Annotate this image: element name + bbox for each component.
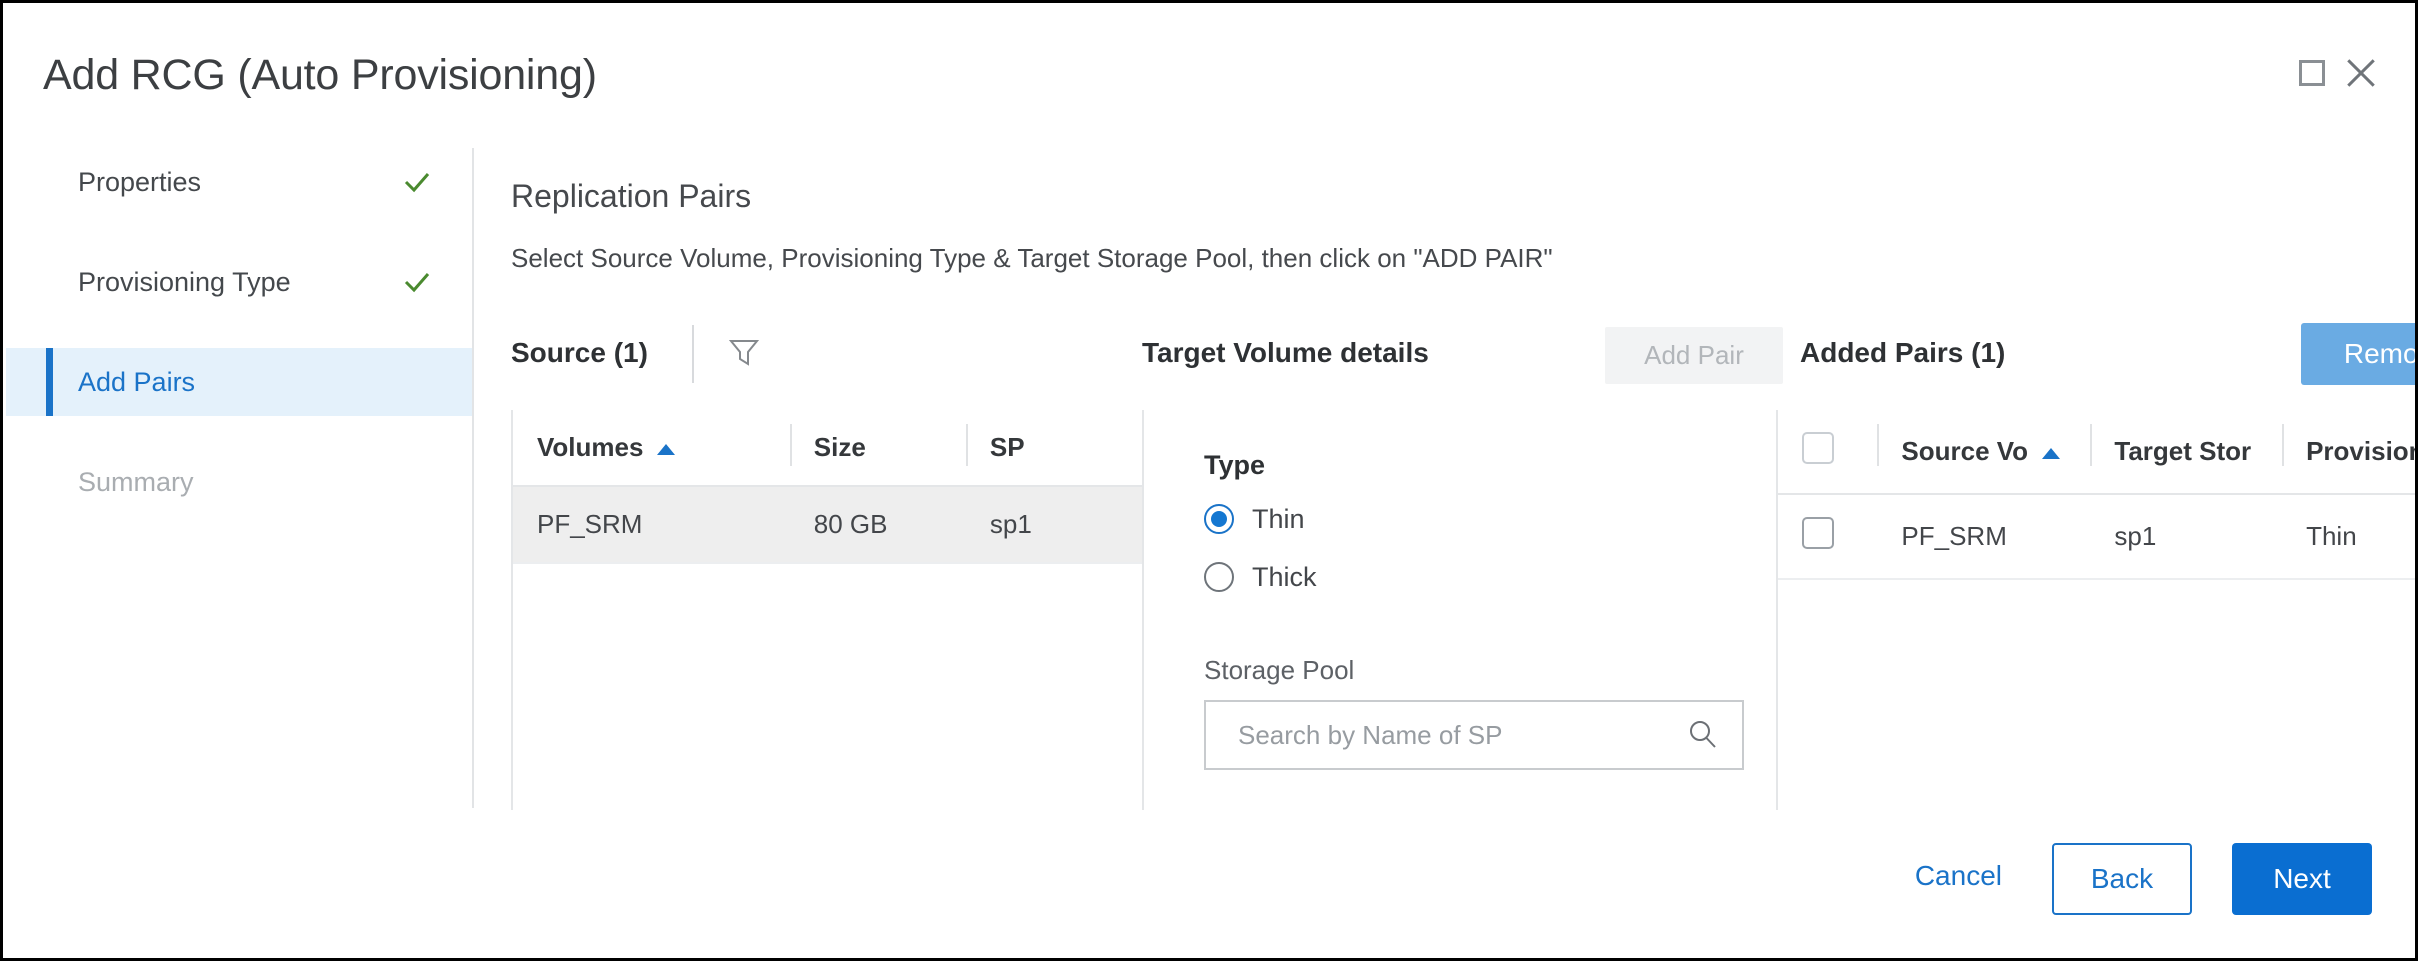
search-icon[interactable] [1686,718,1720,752]
cell-row-checkbox[interactable] [1778,494,1878,580]
column-label: Source Vo [1901,436,2029,466]
page-subtitle: Select Source Volume, Provisioning Type … [511,243,1553,273]
main-content: Replication Pairs Select Source Volume, … [474,148,2415,955]
storage-pool-search-box[interactable] [1204,700,1744,770]
table-row[interactable]: PF_SRM 80 GB sp1 [513,486,1142,564]
column-label: Target Stor [2114,436,2252,466]
storage-pool-search-input[interactable] [1206,702,1676,768]
remove-button[interactable]: Remove [2301,323,2415,385]
sidebar-item-properties[interactable]: Properties [6,148,472,216]
cell-provision-type: Thin [2282,494,2415,580]
source-volumes-table: Volumes Size SP PF_SRM 80 GB sp1 [513,410,1142,564]
cell-source-volume: PF_SRM [1877,494,2091,580]
cell-sp: sp1 [965,486,1142,564]
window-controls [2299,55,2379,91]
column-header-volumes[interactable]: Volumes [513,410,790,487]
back-button[interactable]: Back [2052,843,2192,915]
source-count-label: Source (1) [511,337,648,368]
target-volume-details-panel: Type Thin Thick Storage Pool [1144,410,1778,810]
source-volumes-panel: Volumes Size SP PF_SRM 80 GB sp1 [511,410,1144,810]
sidebar-item-summary[interactable]: Summary [6,448,472,516]
page-title: Replication Pairs [511,178,752,214]
add-rcg-dialog: Add RCG (Auto Provisioning) Properties P… [0,0,2418,961]
cell-volume: PF_SRM [513,486,790,564]
close-icon[interactable] [2343,55,2379,91]
column-header-target-storage[interactable]: Target Stor [2090,410,2283,495]
target-volume-details-label: Target Volume details [1142,337,1429,368]
cancel-button[interactable]: Cancel [1905,850,2012,902]
sidebar-item-label: Summary [78,466,194,497]
filter-icon[interactable] [727,335,761,369]
column-label: Provision T [2306,436,2418,466]
toolbar-divider [692,325,694,383]
radio-thin-icon[interactable] [1204,504,1234,534]
column-header-provision-type[interactable]: Provision T [2282,410,2418,495]
sidebar-item-add-pairs[interactable]: Add Pairs [6,348,472,416]
row-checkbox[interactable] [1802,517,1834,549]
table-header-row: Source Vo Target Stor Provision T [1778,410,2418,495]
dialog-footer: Cancel Back Next [474,805,2412,955]
radio-thick-icon[interactable] [1204,562,1234,592]
panels-toolbar: Source (1) Target Volume details Add Pai… [474,323,2415,395]
column-header-select-all[interactable] [1778,410,1878,495]
maximize-icon[interactable] [2299,60,2325,86]
radio-option-thin[interactable]: Thin [1204,493,1776,545]
add-pair-button[interactable]: Add Pair [1605,327,1783,384]
storage-pool-label: Storage Pool [1204,655,1355,685]
sidebar-item-label: Properties [78,166,202,197]
column-label: Size [813,432,866,462]
check-icon [402,267,432,297]
dialog-titlebar: Add RCG (Auto Provisioning) [3,3,2415,148]
dialog-title: Add RCG (Auto Provisioning) [43,51,597,99]
cell-size: 80 GB [789,486,966,564]
added-pairs-table: Source Vo Target Stor Provision T [1778,410,2418,580]
check-icon [402,167,432,197]
select-all-checkbox[interactable] [1802,432,1834,464]
added-pairs-count-label: Added Pairs (1) [1800,337,2006,368]
table-row[interactable]: PF_SRM sp1 Thin [1778,494,2415,580]
cell-target-storage: sp1 [2090,494,2283,580]
sidebar-item-label: Add Pairs [78,366,196,397]
sort-asc-icon [657,443,676,455]
panels-row: Volumes Size SP PF_SRM 80 GB sp1 Type Th… [474,410,2415,810]
column-header-sp[interactable]: SP [965,410,1142,487]
radio-option-thick[interactable]: Thick [1204,551,1776,603]
column-header-source-volume[interactable]: Source Vo [1877,410,2091,495]
added-pairs-panel: Source Vo Target Stor Provision T [1778,410,2418,810]
next-button[interactable]: Next [2232,843,2372,915]
wizard-steps-sidebar: Properties Provisioning Type Add Pairs S… [6,148,472,808]
table-header-row: Volumes Size SP [513,410,1142,487]
radio-thin-label: Thin [1252,503,1305,534]
column-header-size[interactable]: Size [789,410,966,487]
sort-asc-icon [2042,447,2061,459]
column-label: SP [989,432,1025,462]
radio-thick-label: Thick [1252,561,1317,592]
sidebar-item-label: Provisioning Type [78,266,291,297]
type-label: Type [1204,450,1266,480]
column-label: Volumes [537,432,644,462]
sidebar-item-provisioning-type[interactable]: Provisioning Type [6,248,472,316]
